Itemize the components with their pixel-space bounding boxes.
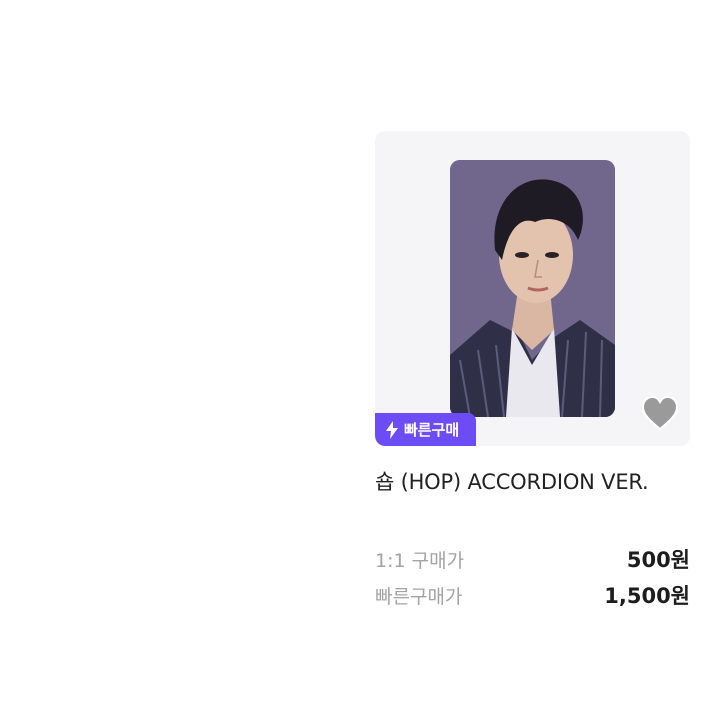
price-row-one-to-one: 1:1 구매가 500원	[375, 541, 690, 577]
price-row-quick-purchase: 빠른구매가 1,500원	[375, 577, 690, 613]
page: 빠른구매 숍 (HOP) ACCORDION VER. 1:1 구매가 500원…	[0, 0, 720, 720]
product-title[interactable]: 숍 (HOP) ACCORDION VER.	[375, 466, 690, 496]
quick-purchase-badge-label: 빠른구매	[404, 421, 460, 439]
price-value: 1,500원	[604, 584, 690, 608]
product-card[interactable]: 빠른구매 숍 (HOP) ACCORDION VER. 1:1 구매가 500원…	[375, 131, 690, 613]
price-label: 빠른구매가	[375, 585, 463, 608]
price-value: 500원	[626, 548, 690, 572]
price-label: 1:1 구매가	[375, 549, 465, 572]
product-thumbnail[interactable]: 빠른구매	[375, 131, 690, 446]
heart-icon[interactable]	[641, 395, 679, 433]
quick-purchase-badge: 빠른구매	[375, 413, 476, 446]
photocard-image	[450, 160, 615, 417]
price-list: 1:1 구매가 500원 빠른구매가 1,500원	[375, 541, 690, 613]
lightning-bolt-icon	[386, 420, 398, 439]
